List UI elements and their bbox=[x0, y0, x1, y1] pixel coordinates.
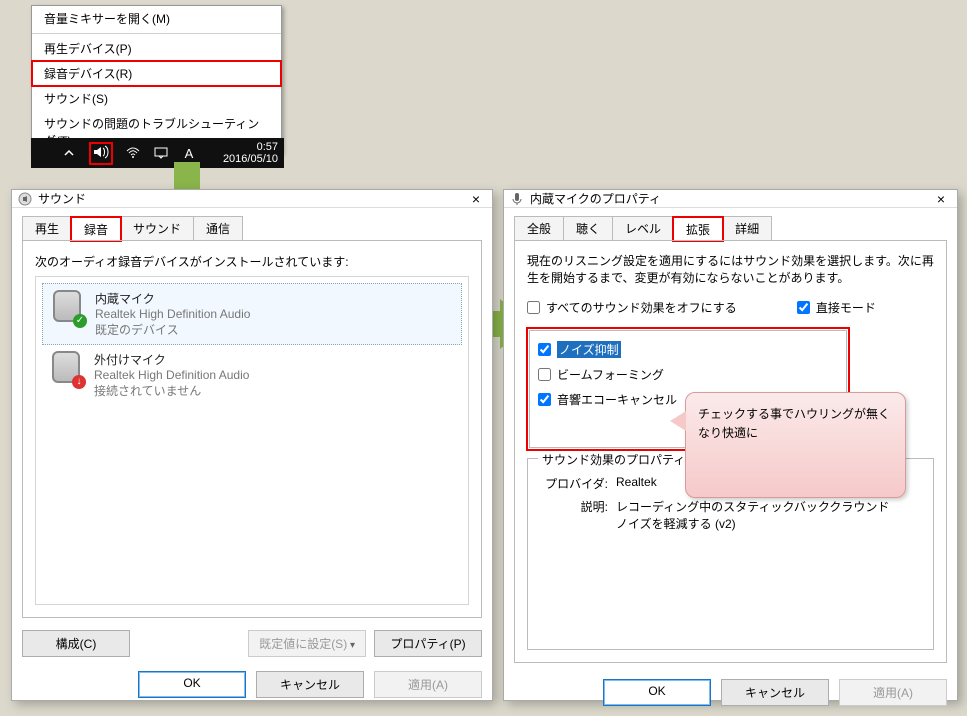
menu-recording-devices[interactable]: 録音デバイス(R) bbox=[32, 61, 281, 86]
effect-noise-suppression[interactable]: ノイズ抑制 bbox=[538, 341, 838, 358]
annotation-callout: チェックする事でハウリングが無くなり快適に bbox=[685, 392, 906, 498]
sound-icon bbox=[18, 192, 32, 206]
effect-checkbox[interactable] bbox=[538, 393, 551, 406]
effect-checkbox[interactable] bbox=[538, 368, 551, 381]
device-status: 接続されていません bbox=[94, 382, 249, 399]
device-name: 外付けマイク bbox=[94, 351, 249, 368]
device-driver: Realtek High Definition Audio bbox=[94, 368, 249, 382]
provider-value: Realtek bbox=[616, 475, 657, 492]
pane-description: 現在のリスニング設定を適用にするにはサウンド効果を選択します。次に再生を開始する… bbox=[527, 253, 934, 287]
device-driver: Realtek High Definition Audio bbox=[95, 307, 250, 321]
apply-button[interactable]: 適用(A) bbox=[374, 671, 482, 698]
speaker-tray-icon[interactable] bbox=[89, 142, 113, 165]
desc-value: レコーディング中のスタティックバッククラウンドノイズを軽減する (v2) bbox=[616, 498, 896, 532]
prop-tabs: 全般 聴く レベル 拡張 詳細 bbox=[504, 208, 957, 240]
properties-button[interactable]: プロパティ(P) bbox=[374, 630, 482, 657]
cancel-button[interactable]: キャンセル bbox=[256, 671, 364, 698]
status-down-icon: ↓ bbox=[72, 375, 86, 389]
tab-advanced[interactable]: 詳細 bbox=[722, 216, 772, 240]
tab-sounds[interactable]: サウンド bbox=[120, 216, 194, 240]
action-center-icon[interactable] bbox=[153, 145, 169, 161]
device-internal-mic[interactable]: ✓ 内蔵マイク Realtek High Definition Audio 既定… bbox=[42, 283, 462, 345]
direct-mode-checkbox[interactable] bbox=[797, 301, 810, 314]
tab-recording[interactable]: 録音 bbox=[71, 217, 121, 241]
tab-general[interactable]: 全般 bbox=[514, 216, 564, 240]
set-default-button[interactable]: 既定値に設定(S) bbox=[248, 630, 366, 657]
pane-description: 次のオーディオ録音デバイスがインストールされています: bbox=[35, 253, 469, 270]
checkbox-label: すべてのサウンド効果をオフにする bbox=[546, 299, 737, 316]
tab-playback[interactable]: 再生 bbox=[22, 216, 72, 240]
ok-button[interactable]: OK bbox=[138, 671, 246, 698]
titlebar: サウンド × bbox=[12, 190, 492, 208]
clock-date: 2016/05/10 bbox=[223, 153, 278, 165]
provider-label: プロバイダ: bbox=[538, 475, 608, 492]
clock-time: 0:57 bbox=[223, 141, 278, 153]
group-legend: サウンド効果のプロパティ bbox=[538, 451, 689, 468]
device-name: 内蔵マイク bbox=[95, 290, 250, 307]
effect-label: ノイズ抑制 bbox=[557, 341, 621, 358]
menu-separator bbox=[32, 33, 281, 34]
configure-button[interactable]: 構成(C) bbox=[22, 630, 130, 657]
tray-up-icon[interactable] bbox=[61, 145, 77, 161]
recording-pane: 次のオーディオ録音デバイスがインストールされています: ✓ 内蔵マイク Real… bbox=[22, 240, 482, 618]
menu-playback-devices[interactable]: 再生デバイス(P) bbox=[32, 36, 281, 61]
taskbar-clock[interactable]: 0:57 2016/05/10 bbox=[223, 141, 282, 165]
taskbar: A 0:57 2016/05/10 bbox=[31, 138, 284, 168]
cancel-button[interactable]: キャンセル bbox=[721, 679, 829, 706]
sound-tabs: 再生 録音 サウンド 通信 bbox=[12, 208, 492, 240]
sound-dialog: サウンド × 再生 録音 サウンド 通信 次のオーディオ録音デバイスがインストー… bbox=[11, 189, 493, 701]
status-ok-icon: ✓ bbox=[73, 314, 87, 328]
direct-mode[interactable]: 直接モード bbox=[797, 299, 876, 316]
ok-button[interactable]: OK bbox=[603, 679, 711, 706]
disable-all-checkbox[interactable] bbox=[527, 301, 540, 314]
window-title: サウンド bbox=[38, 190, 466, 207]
ime-icon[interactable]: A bbox=[181, 145, 197, 161]
mic-icon: ✓ bbox=[49, 290, 85, 326]
effect-label: 音響エコーキャンセル bbox=[557, 391, 677, 408]
tab-communications[interactable]: 通信 bbox=[193, 216, 243, 240]
close-button[interactable]: × bbox=[931, 191, 951, 207]
checkbox-label: 直接モード bbox=[816, 299, 876, 316]
tab-levels[interactable]: レベル bbox=[612, 216, 674, 240]
apply-button[interactable]: 適用(A) bbox=[839, 679, 947, 706]
window-title: 内蔵マイクのプロパティ bbox=[530, 190, 931, 207]
tab-enhancements[interactable]: 拡張 bbox=[673, 217, 723, 241]
effect-checkbox[interactable] bbox=[538, 343, 551, 356]
tray-context-menu: 音量ミキサーを開く(M) 再生デバイス(P) 録音デバイス(R) サウンド(S)… bbox=[31, 5, 282, 154]
disable-all-effects[interactable]: すべてのサウンド効果をオフにする bbox=[527, 299, 737, 316]
menu-open-mixer[interactable]: 音量ミキサーを開く(M) bbox=[32, 6, 281, 31]
device-list[interactable]: ✓ 内蔵マイク Realtek High Definition Audio 既定… bbox=[35, 276, 469, 605]
menu-sounds[interactable]: サウンド(S) bbox=[32, 86, 281, 111]
tab-listen[interactable]: 聴く bbox=[563, 216, 613, 240]
device-status: 既定のデバイス bbox=[95, 321, 250, 338]
mic-icon: ↓ bbox=[48, 351, 84, 387]
mic-icon bbox=[510, 192, 524, 206]
desc-label: 説明: bbox=[538, 498, 608, 532]
close-button[interactable]: × bbox=[466, 191, 486, 207]
titlebar: 内蔵マイクのプロパティ × bbox=[504, 190, 957, 208]
effect-label: ビームフォーミング bbox=[557, 366, 664, 383]
effect-beamforming[interactable]: ビームフォーミング bbox=[538, 366, 838, 383]
device-external-mic[interactable]: ↓ 外付けマイク Realtek High Definition Audio 接… bbox=[42, 345, 462, 405]
callout-text: チェックする事でハウリングが無くなり快適に bbox=[698, 407, 890, 440]
wifi-icon[interactable] bbox=[125, 145, 141, 161]
